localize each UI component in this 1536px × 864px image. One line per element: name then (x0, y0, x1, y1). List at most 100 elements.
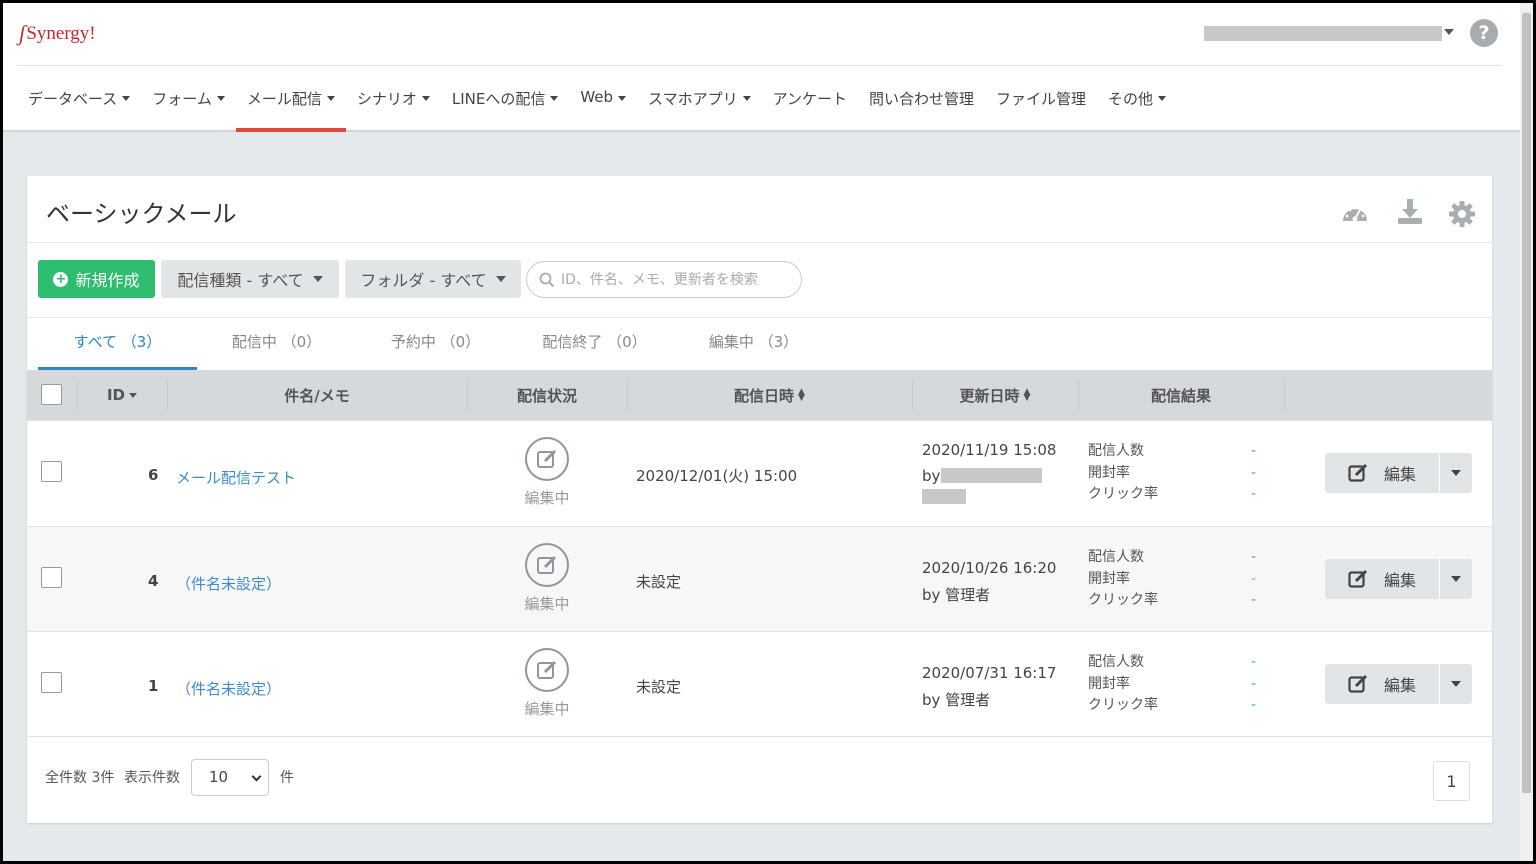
th-send-date-label: 配信日時 (734, 386, 795, 405)
th-id[interactable]: ID (77, 370, 167, 420)
table-header: ID 件名/メモ 配信状況 配信日時 ▲ ▼ 更新日時 ▲ ▼ 配信結果 (27, 370, 1492, 420)
nav-item-web[interactable]: Web (569, 88, 637, 132)
edit-label: 編集 (1383, 465, 1416, 484)
header-divider (17, 65, 1502, 66)
nav-item-other[interactable]: その他 (1097, 88, 1177, 132)
edit-button[interactable]: 編集 (1325, 453, 1439, 493)
nav-label: シナリオ (356, 90, 417, 108)
vertical-scrollbar[interactable] (1520, 3, 1533, 861)
sort-both-icon: ▲ ▼ (798, 387, 805, 403)
updated-date: 2020/10/26 16:20 (922, 559, 1057, 577)
tab-all[interactable]: すべて （3） (38, 318, 197, 370)
tab-finished[interactable]: 配信終了 （0） (515, 318, 674, 370)
delivery-type-filter[interactable]: 配信種類 - すべて (161, 260, 339, 298)
tab-editing[interactable]: 編集中 （3） (674, 318, 833, 370)
result-label-click-rate: クリック率 (1088, 486, 1158, 502)
edit-button-group: 編集 (1325, 664, 1472, 704)
result-labels: 配信人数 開封率 クリック率 (1088, 441, 1158, 506)
nav-item-files[interactable]: ファイル管理 (985, 88, 1097, 132)
result-value: - (1251, 464, 1257, 481)
user-menu-caret-icon[interactable] (1444, 29, 1454, 35)
search-icon (539, 272, 555, 287)
user-name-redacted[interactable] (1204, 26, 1442, 41)
tab-scheduled[interactable]: 予約中 （0） (356, 318, 515, 370)
synergy-logo[interactable]: ʃ Synergy! (19, 21, 96, 47)
dashboard-icon[interactable] (1340, 199, 1370, 229)
nav-item-scenario[interactable]: シナリオ (346, 88, 441, 132)
caret-down-icon (312, 276, 323, 282)
nav-item-form[interactable]: フォーム (141, 88, 236, 132)
per-page-select[interactable]: 10 (191, 759, 269, 796)
search-box[interactable] (526, 261, 802, 298)
result-value: - (1251, 592, 1257, 608)
nav-label: アンケート (772, 90, 848, 108)
nav-item-survey[interactable]: アンケート (762, 88, 858, 132)
edit-menu-toggle[interactable] (1439, 664, 1472, 704)
nav-item-app[interactable]: スマホアプリ (637, 88, 762, 132)
nav-label: データベース (28, 90, 118, 108)
status-label: 編集中 (524, 489, 570, 507)
nav-item-inquiry[interactable]: 問い合わせ管理 (858, 88, 985, 132)
send-date: 未設定 (636, 573, 682, 591)
edit-button[interactable]: 編集 (1325, 664, 1439, 704)
nav-label: フォーム (152, 90, 212, 108)
download-icon[interactable] (1395, 197, 1425, 227)
plus-circle-icon: + (53, 271, 69, 287)
result-value: - (1251, 549, 1257, 565)
caret-down-icon (326, 96, 335, 101)
updated-by: by 管理者 (922, 691, 991, 709)
th-send-date[interactable]: 配信日時 ▲ ▼ (627, 370, 912, 420)
th-id-label: ID (106, 386, 126, 404)
result-value: - (1251, 697, 1257, 713)
row-subject-link[interactable]: （件名未設定） (176, 678, 281, 699)
th-updated-label: 更新日時 (959, 386, 1020, 405)
logo-text: Synergy! (26, 23, 96, 44)
row-checkbox[interactable] (41, 461, 62, 482)
help-icon[interactable]: ? (1470, 19, 1498, 47)
search-input[interactable] (561, 271, 791, 288)
row-checkbox[interactable] (41, 672, 62, 693)
nav-item-mail[interactable]: メール配信 (235, 88, 346, 132)
row-subject-link[interactable]: （件名未設定） (176, 573, 281, 594)
row-checkbox[interactable] (41, 567, 62, 588)
tab-sending[interactable]: 配信中 （0） (197, 318, 356, 370)
edit-menu-toggle[interactable] (1439, 559, 1472, 599)
folder-filter[interactable]: フォルダ - すべて (345, 260, 521, 298)
page-title: ベーシックメール (46, 200, 237, 228)
th-updated[interactable]: 更新日時 ▲ ▼ (912, 370, 1078, 420)
result-label-recipients: 配信人数 (1088, 654, 1144, 670)
result-value: - (1251, 675, 1257, 692)
result-label-open-rate: 開封率 (1088, 570, 1130, 587)
send-date: 2020/12/01(火) 15:00 (636, 467, 798, 485)
table-row: 6 メール配信テスト 編集中 2020/12/01(火) 15:00 2020/… (27, 420, 1492, 526)
edit-button-group: 編集 (1325, 453, 1472, 493)
sort-both-icon: ▲ ▼ (1023, 387, 1031, 403)
result-label-recipients: 配信人数 (1088, 549, 1144, 565)
caret-down-icon (1451, 470, 1461, 476)
updated-by: by 管理者 (922, 586, 991, 604)
nav-item-line[interactable]: LINEへの配信 (441, 88, 569, 132)
per-page-label: 表示件数 (124, 770, 180, 786)
table-row: 4 （件名未設定） 編集中 未設定 2020/10/26 16:20 by 管理… (27, 526, 1492, 632)
row-id: 4 (148, 572, 159, 590)
result-value: - (1251, 570, 1257, 587)
nav-label: スマホアプリ (648, 90, 738, 108)
edit-menu-toggle[interactable] (1439, 453, 1472, 493)
result-value: - (1251, 443, 1257, 459)
status-tabs: すべて （3） 配信中 （0） 予約中 （0） 配信終了 （0） 編集中 （3） (38, 318, 833, 370)
new-create-button[interactable]: + 新規作成 (38, 260, 155, 298)
result-label-open-rate: 開封率 (1088, 464, 1130, 481)
nav-item-database[interactable]: データベース (17, 88, 141, 132)
select-all-checkbox[interactable] (41, 384, 62, 405)
nav-label: LINEへの配信 (451, 90, 546, 108)
scrollbar-thumb[interactable] (1522, 13, 1531, 793)
row-subject-link[interactable]: メール配信テスト (176, 467, 296, 488)
edit-button[interactable]: 編集 (1325, 559, 1439, 599)
settings-gear-icon[interactable] (1447, 199, 1477, 229)
caret-down-icon (216, 96, 225, 101)
table-footer: 全件数 3件 表示件数 10 件 1 (27, 736, 1492, 823)
pagination-page-1[interactable]: 1 (1433, 761, 1470, 801)
nav-label: Web (580, 88, 614, 106)
caret-down-icon (495, 276, 506, 282)
updated-by: by (922, 467, 941, 485)
